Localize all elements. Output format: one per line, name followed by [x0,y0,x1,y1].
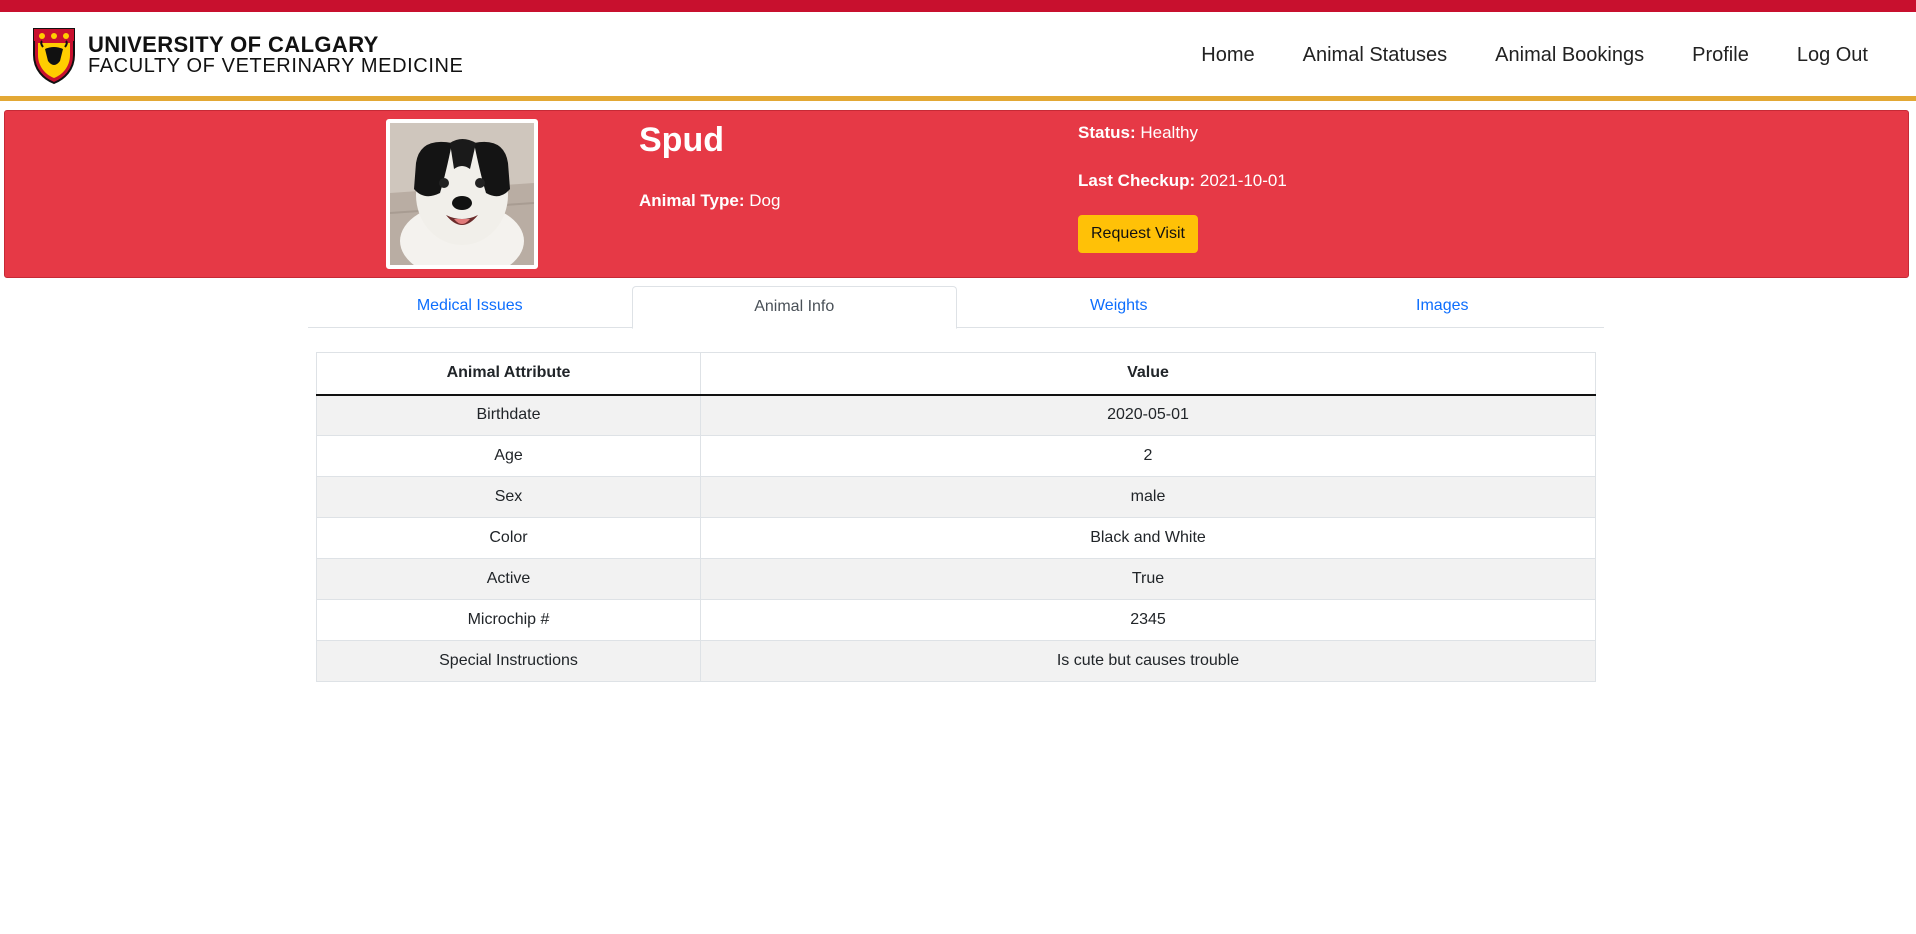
column-header-value: Value [700,352,1596,396]
table-row: Active True [316,558,1596,600]
university-crest-icon [33,28,75,85]
table-row: Microchip # 2345 [316,599,1596,641]
nav-log-out[interactable]: Log Out [1797,44,1868,67]
table-header-row: Animal Attribute Value [316,352,1596,396]
table-row: Color Black and White [316,517,1596,559]
nav-underline [0,96,1916,101]
status-value: Healthy [1140,123,1198,142]
university-name: UNIVERSITY OF CALGARY [88,31,379,57]
value-cell: True [700,558,1596,600]
attribute-cell: Microchip # [316,599,701,641]
value-cell: Black and White [700,517,1596,559]
animal-type: Animal Type: Dog [639,191,780,211]
nav-animal-statuses[interactable]: Animal Statuses [1303,44,1448,67]
last-checkup: Last Checkup: 2021-10-01 [1078,171,1287,191]
attribute-cell: Birthdate [316,394,701,436]
main-nav: Home Animal Statuses Animal Bookings Pro… [1153,44,1868,67]
top-accent-stripe [0,0,1916,12]
status-label: Status: [1078,123,1136,142]
last-checkup-label: Last Checkup: [1078,171,1196,190]
value-cell: 2 [700,435,1596,477]
dog-photo-icon [390,123,534,265]
animal-photo [386,119,538,269]
last-checkup-value: 2021-10-01 [1199,171,1287,190]
animal-detail-tabs: Medical Issues Animal Info Weights Image… [308,286,1605,329]
animal-status: Status: Healthy [1078,123,1198,143]
top-navbar: UNIVERSITY OF CALGARY FACULTY OF VETERIN… [0,12,1916,98]
tab-weights[interactable]: Weights [957,286,1281,327]
tab-medical-issues[interactable]: Medical Issues [308,286,632,327]
column-header-attribute: Animal Attribute [316,352,701,396]
value-cell: 2345 [700,599,1596,641]
nav-animal-bookings[interactable]: Animal Bookings [1495,44,1644,67]
value-cell: Is cute but causes trouble [700,640,1596,682]
table-row: Sex male [316,476,1596,518]
faculty-name: FACULTY OF VETERINARY MEDICINE [88,55,464,78]
value-cell: male [700,476,1596,518]
tab-animal-info[interactable]: Animal Info [631,286,957,329]
nav-profile[interactable]: Profile [1692,44,1749,67]
attribute-cell: Color [316,517,701,559]
university-logo[interactable]: UNIVERSITY OF CALGARY FACULTY OF VETERIN… [30,24,463,86]
attribute-cell: Active [316,558,701,600]
value-cell: 2020-05-01 [700,394,1596,436]
animal-type-label: Animal Type: [639,191,745,210]
animal-attributes-table: Animal Attribute Value Birthdate 2020-05… [316,352,1596,682]
request-visit-button[interactable]: Request Visit [1078,215,1198,253]
attribute-cell: Special Instructions [316,640,701,682]
animal-summary-banner: Spud Animal Type: Dog Status: Healthy La… [4,110,1909,278]
attribute-cell: Sex [316,476,701,518]
animal-type-value: Dog [749,191,781,210]
attribute-cell: Age [316,435,701,477]
animal-name: Spud [639,121,724,159]
nav-home[interactable]: Home [1201,44,1254,67]
table-row: Age 2 [316,435,1596,477]
table-row: Birthdate 2020-05-01 [316,394,1596,436]
table-row: Special Instructions Is cute but causes … [316,640,1596,682]
tab-images[interactable]: Images [1281,286,1605,327]
